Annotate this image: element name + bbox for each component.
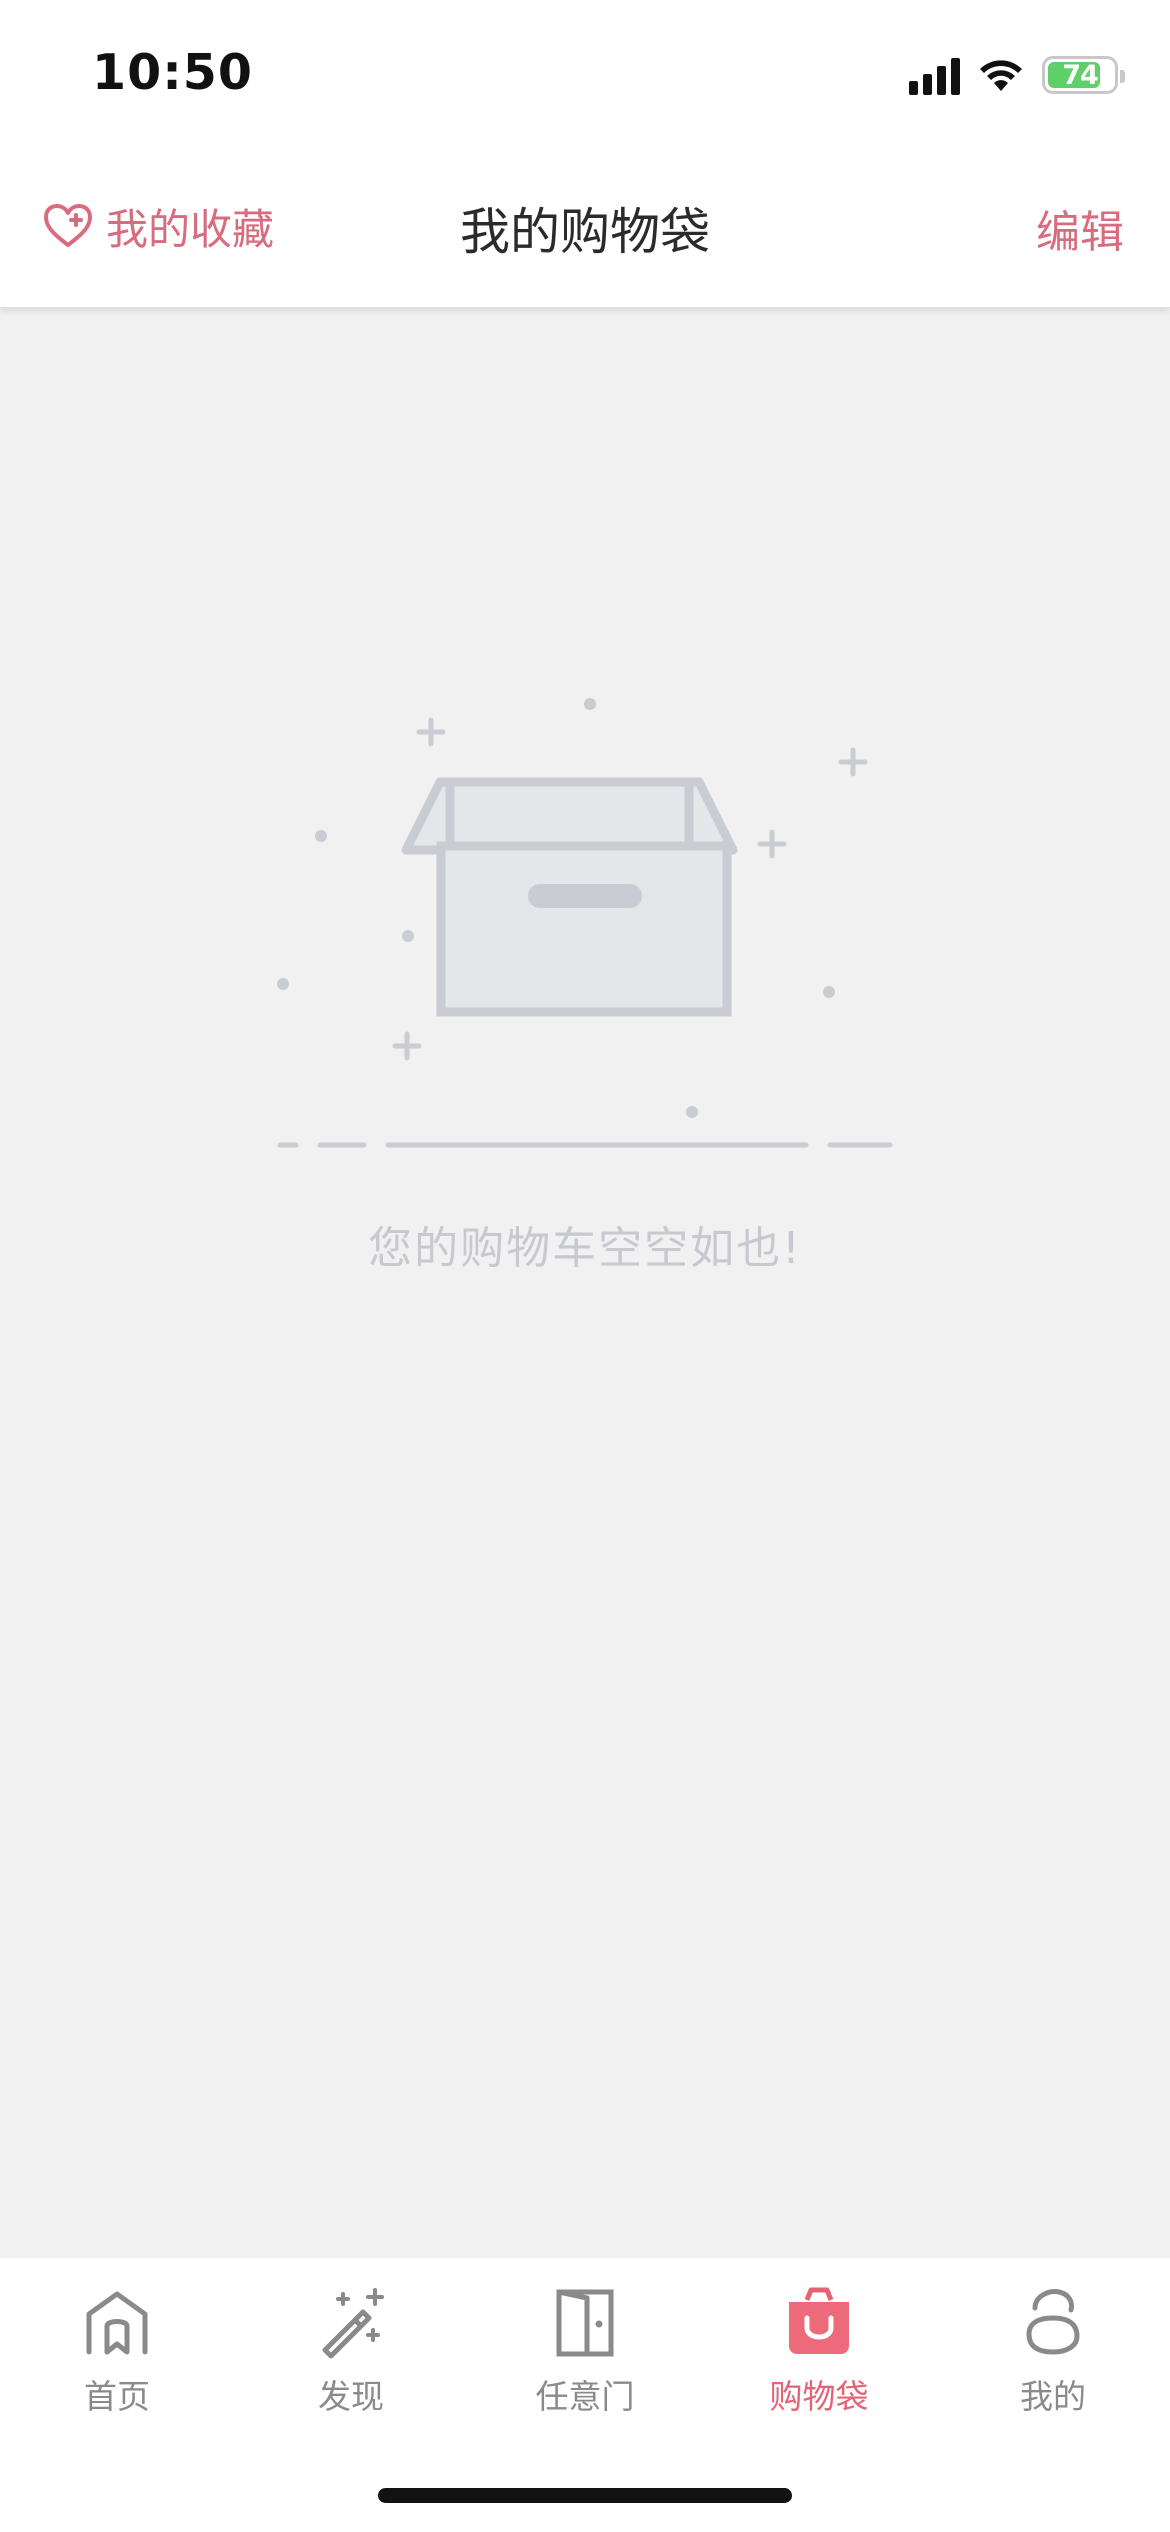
- magic-wand-icon: [322, 2288, 384, 2359]
- empty-cart-message: 您的购物车空空如也!: [368, 1223, 802, 1274]
- empty-box-icon: [277, 698, 893, 1148]
- tab-label: 首页: [84, 2377, 150, 2416]
- tab-home[interactable]: 首页: [0, 2258, 234, 2448]
- home-icon: [86, 2291, 148, 2355]
- wifi-icon: [980, 60, 1022, 91]
- cellular-signal-icon: [909, 55, 960, 95]
- battery-level: 74: [1062, 59, 1099, 91]
- tab-profile[interactable]: 我的: [936, 2258, 1170, 2448]
- tab-label: 发现: [318, 2377, 384, 2416]
- shopping-bag-icon: [789, 2287, 849, 2354]
- home-indicator[interactable]: [378, 2488, 792, 2503]
- tab-list: 首页 发现 任意门 购物袋 我的: [0, 2258, 1170, 2448]
- battery-icon: 74: [1042, 56, 1125, 94]
- page-title: 我的购物袋: [460, 203, 710, 261]
- nav-bar: 我的收藏 我的购物袋 编辑: [0, 150, 1170, 308]
- door-icon: [556, 2289, 614, 2357]
- status-icons: 74: [909, 50, 1125, 100]
- tab-anywhere-door[interactable]: 任意门: [468, 2258, 702, 2448]
- tab-shopping-bag[interactable]: 购物袋: [702, 2258, 936, 2448]
- status-bar: 10:50 74: [0, 0, 1170, 150]
- edit-button[interactable]: 编辑: [1036, 196, 1124, 260]
- profile-icon: [1026, 2289, 1080, 2355]
- battery-tip: [1120, 70, 1125, 83]
- tab-label: 购物袋: [769, 2377, 869, 2416]
- tab-label: 任意门: [535, 2377, 635, 2416]
- tab-label: 我的: [1020, 2377, 1086, 2416]
- status-time: 10:50: [92, 44, 253, 101]
- tab-discover[interactable]: 发现: [234, 2258, 468, 2448]
